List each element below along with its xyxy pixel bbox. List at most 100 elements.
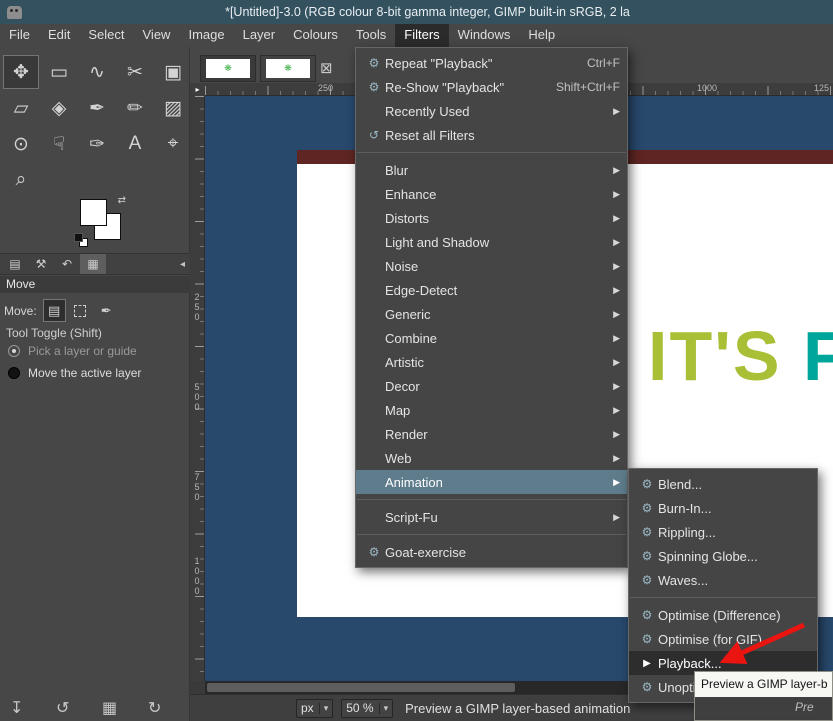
menu-item-label: Goat-exercise [385, 545, 466, 560]
close-icon[interactable]: ⊠ [320, 59, 333, 77]
animation-menu-item-burn-in[interactable]: ⚙ Burn-In... [629, 496, 817, 520]
swap-colours-icon[interactable]: ⇄ [118, 195, 126, 206]
scrollbar-handle[interactable] [207, 683, 515, 692]
animation-menu-item-spinning-globe[interactable]: ⚙ Spinning Globe... [629, 544, 817, 568]
menu-separator [630, 597, 816, 598]
gear-icon: ⚙ [636, 549, 658, 563]
menu-select[interactable]: Select [79, 24, 133, 47]
dock-tab-undo-history[interactable]: ↶ [54, 254, 80, 274]
filters-menu-item-combine[interactable]: Combine ▶ [356, 326, 627, 350]
zoom-select[interactable]: 50 % ▾ [341, 699, 393, 718]
menu-item-label: Rippling... [658, 525, 716, 540]
menu-edit[interactable]: Edit [39, 24, 79, 47]
filters-menu-item-reset[interactable]: ↺ Reset all Filters [356, 123, 627, 147]
menu-file[interactable]: File [0, 24, 39, 47]
tool-text-button[interactable]: A [117, 127, 153, 161]
menu-view[interactable]: View [134, 24, 180, 47]
tool-clone-button[interactable]: ⊙ [3, 127, 39, 161]
image-thumbnail: ❋ [206, 59, 250, 78]
filters-menu-item-recently-used[interactable]: Recently Used ▶ [356, 99, 627, 123]
menu-image[interactable]: Image [179, 24, 233, 47]
filters-menu-item-generic[interactable]: Generic ▶ [356, 302, 627, 326]
tool-rectangle-select-button[interactable]: ▭ [41, 55, 77, 89]
filters-menu-item-decor[interactable]: Decor ▶ [356, 374, 627, 398]
filters-menu-item-artistic[interactable]: Artistic ▶ [356, 350, 627, 374]
move-selection-button[interactable] [69, 299, 92, 322]
undo-icon[interactable]: ↺ [46, 698, 92, 718]
foreground-colour-swatch[interactable] [80, 199, 107, 226]
menu-help[interactable]: Help [519, 24, 564, 47]
menu-windows[interactable]: Windows [449, 24, 520, 47]
dock-collapse-icon[interactable]: ◂ [180, 259, 185, 270]
filters-menu-item-blur[interactable]: Blur ▶ [356, 158, 627, 182]
filters-menu-item-web[interactable]: Web ▶ [356, 446, 627, 470]
radio-icon[interactable] [8, 367, 20, 379]
window-title: *[Untitled]-3.0 (RGB colour 8-bit gamma … [22, 5, 833, 19]
filters-menu-item-animation[interactable]: Animation ▶ [356, 470, 627, 494]
colour-swatches[interactable]: ⇄ [74, 195, 128, 249]
unit-select[interactable]: px ▾ [296, 699, 333, 718]
scroll-corner-button[interactable] [190, 681, 205, 694]
filters-menu-item-repeat[interactable]: ⚙ Repeat "Playback" Ctrl+F [356, 51, 627, 75]
vertical-ruler[interactable]: 250 500 750 1000 [190, 96, 205, 681]
chevron-down-icon[interactable]: ▾ [379, 703, 389, 714]
submenu-arrow-icon: ▶ [613, 405, 620, 416]
tool-colour-picker-button[interactable]: ⌖ [155, 127, 191, 161]
toolbox-panel: ✥ ▭ ∿ ✂ ▣ ▱ ◈ ✒ ✏ ▨ ⊙ ☟ ✑ A ⌖ ⌕ ⇄ ▤ ⚒ [0, 47, 190, 721]
image-tab-1[interactable]: ❋ [200, 55, 256, 82]
filters-menu-item-edge-detect[interactable]: Edge-Detect ▶ [356, 278, 627, 302]
filters-menu-item-noise[interactable]: Noise ▶ [356, 254, 627, 278]
move-label: Move: [4, 304, 37, 318]
dock-tab-tool-options[interactable]: ▤ [2, 254, 28, 274]
reset-icon: ↺ [363, 128, 385, 142]
move-path-button[interactable]: ✒ [95, 299, 118, 322]
tool-ink-button[interactable]: ✒ [79, 91, 115, 125]
move-mode-row: Move: ▤ ✒ [4, 299, 118, 322]
menu-colours[interactable]: Colours [284, 24, 347, 47]
tool-free-select-button[interactable]: ∿ [79, 55, 115, 89]
filters-menu-item-map[interactable]: Map ▶ [356, 398, 627, 422]
animation-menu-item-rippling[interactable]: ⚙ Rippling... [629, 520, 817, 544]
move-layer-button[interactable]: ▤ [43, 299, 66, 322]
filters-menu-item-goat-exercise[interactable]: ⚙ Goat-exercise [356, 540, 627, 564]
option-pick-layer[interactable]: Pick a layer or guide [8, 344, 137, 358]
tool-crop-button[interactable]: ▣ [155, 55, 191, 89]
menu-item-label: Spinning Globe... [658, 549, 758, 564]
tool-paths-button[interactable]: ✑ [79, 127, 115, 161]
tool-scissors-select-button[interactable]: ✂ [117, 55, 153, 89]
dock-tab-images[interactable]: ▦ [80, 254, 106, 274]
filters-menu: ⚙ Repeat "Playback" Ctrl+F ⚙ Re-Show "Pl… [355, 47, 628, 568]
headline-word-1: IT'S [648, 317, 782, 395]
menu-tools[interactable]: Tools [347, 24, 395, 47]
default-colours-icon[interactable] [74, 233, 83, 242]
filters-menu-item-light-and-shadow[interactable]: Light and Shadow ▶ [356, 230, 627, 254]
filters-menu-item-reshow[interactable]: ⚙ Re-Show "Playback" Shift+Ctrl+F [356, 75, 627, 99]
dock-tab-device-status[interactable]: ⚒ [28, 254, 54, 274]
redo-icon[interactable]: ↻ [138, 698, 184, 718]
tool-paintbrush-button[interactable]: ✏ [117, 91, 153, 125]
tool-shear-button[interactable]: ▱ [3, 91, 39, 125]
tool-eraser-button[interactable]: ▨ [155, 91, 191, 125]
save-icon[interactable]: ↧ [0, 698, 46, 718]
chevron-down-icon[interactable]: ▾ [319, 703, 329, 714]
image-headline-text: IT'S F [648, 321, 833, 391]
filters-menu-item-enhance[interactable]: Enhance ▶ [356, 182, 627, 206]
menu-filters[interactable]: Filters [395, 24, 448, 47]
radio-checked-icon[interactable] [8, 345, 20, 357]
tool-bucket-fill-button[interactable]: ◈ [41, 91, 77, 125]
image-tab-2[interactable]: ❋ [260, 55, 316, 82]
menu-layer[interactable]: Layer [234, 24, 285, 47]
option-label: Move the active layer [28, 366, 141, 380]
images-icon[interactable]: ▦ [92, 698, 138, 718]
filters-menu-item-render[interactable]: Render ▶ [356, 422, 627, 446]
filters-menu-item-distorts[interactable]: Distorts ▶ [356, 206, 627, 230]
animation-menu-item-waves[interactable]: ⚙ Waves... [629, 568, 817, 592]
ruler-label: 1000 [192, 556, 202, 596]
filters-menu-item-script-fu[interactable]: Script-Fu ▶ [356, 505, 627, 529]
tool-move-button[interactable]: ✥ [3, 55, 39, 89]
tool-zoom-button[interactable]: ⌕ [3, 163, 39, 197]
animation-menu-item-blend[interactable]: ⚙ Blend... [629, 472, 817, 496]
option-move-active-layer[interactable]: Move the active layer [8, 366, 141, 380]
ruler-label: 750 [192, 472, 202, 502]
tool-smudge-button[interactable]: ☟ [41, 127, 77, 161]
